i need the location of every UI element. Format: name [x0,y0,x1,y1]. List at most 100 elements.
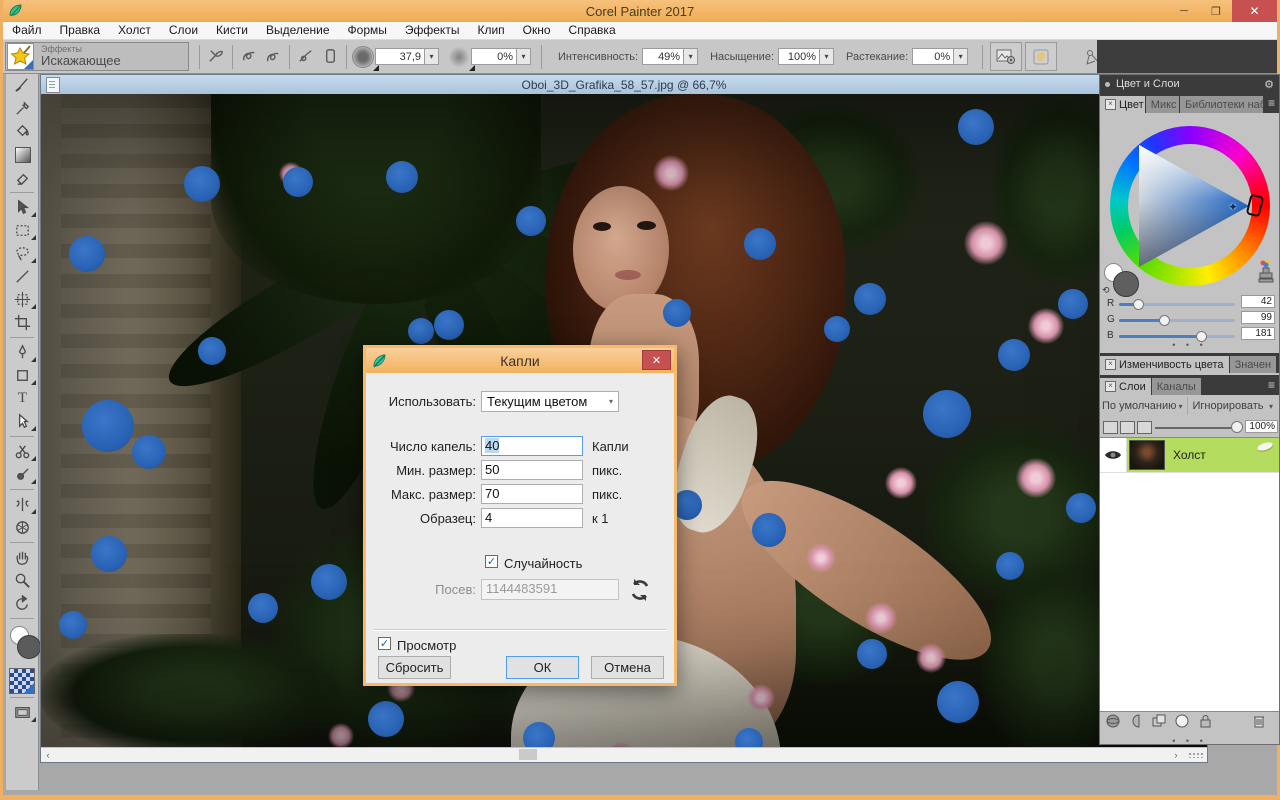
use-select[interactable]: Текущим цветом▾ [481,391,619,412]
prop-slider-value-3[interactable]: 0% [912,48,954,65]
shape-edit-tool[interactable] [6,440,39,463]
color-set-button[interactable] [1025,42,1057,71]
layer-adjuster-tool[interactable] [6,196,39,219]
field-input[interactable]: 4 [481,508,583,528]
color-swatches[interactable]: ⟲ [1104,263,1144,297]
variability-tab-2[interactable]: Значен [1230,356,1277,373]
transform-tool[interactable] [6,288,39,311]
eraser-tool[interactable] [6,166,39,189]
menu-7[interactable]: Формы [339,22,396,39]
rounded-rect-icon[interactable] [318,46,342,68]
scroll-right-arrow[interactable]: › [1169,748,1183,761]
seed-input[interactable]: 1144483591 [481,579,619,600]
kaleidoscope-tool[interactable] [6,516,39,539]
rgb-value[interactable]: 181 [1241,327,1275,340]
line-select-tool[interactable] [6,265,39,288]
text-tool[interactable]: T [6,387,39,410]
menu-2[interactable]: Правка [51,22,110,39]
brush-size-field[interactable]: 37,9 [375,48,425,65]
variability-tab-1[interactable]: ×Изменчивость цвета [1100,356,1229,373]
panel-drag-dots[interactable]: • • • [1100,340,1279,350]
brush-crossed-icon[interactable] [204,46,228,68]
menu-10[interactable]: Окно [514,22,560,39]
gradient-tool[interactable] [6,143,39,166]
menu-9[interactable]: Клип [468,22,513,39]
menu-11[interactable]: Справка [560,22,625,39]
prop-slider-dropdown-3[interactable]: ▾ [954,48,968,65]
swirl-stroke-icon[interactable] [237,46,261,68]
prop-slider-value-2[interactable]: 100% [778,48,820,65]
additional-color-swatch[interactable] [1113,271,1139,297]
color-tab-2[interactable]: Микс [1146,96,1179,113]
rgb-thumb[interactable] [1159,315,1170,326]
panel-bottom-dots[interactable]: • • • [1100,736,1279,746]
rect-shape-tool[interactable] [6,364,39,387]
pen-tool[interactable] [6,341,39,364]
crop-tool[interactable] [6,311,39,334]
prop-slider-dropdown-2[interactable]: ▾ [820,48,834,65]
feature-field[interactable]: 0% [471,48,517,65]
preview-checkbox[interactable]: ✓ [378,637,391,650]
lasso-tool[interactable] [6,242,39,265]
menu-3[interactable]: Холст [109,22,160,39]
opacity-slider[interactable] [1155,427,1237,429]
horizontal-scrollbar[interactable]: ‹ › [41,747,1207,762]
menu-5[interactable]: Кисти [207,22,257,39]
field-input[interactable]: 70 [481,484,583,504]
magnifier-tool[interactable] [6,569,39,592]
prop-slider-value-1[interactable]: 49% [642,48,684,65]
toolbox-color-swatches[interactable] [6,622,38,666]
panel-gear-icon[interactable]: ⚙ [1264,78,1274,91]
layer-selected-area[interactable]: Холст [1127,438,1279,472]
composite-depth-select[interactable]: Игнорировать▾ [1187,397,1278,415]
half-circle-icon[interactable] [1128,713,1144,734]
trash-icon[interactable] [1251,713,1267,734]
layer-link-icon[interactable] [1137,421,1152,434]
layers-tab-1[interactable]: ×Слои [1100,378,1151,395]
rgb-track[interactable] [1119,319,1235,322]
ok-button[interactable]: ОК [506,656,579,679]
tab-close-icon[interactable]: × [1105,359,1116,370]
lock-icon[interactable] [1197,713,1213,734]
dot-sampler-tool[interactable] [6,463,39,486]
panel-header[interactable]: Цвет и Слои ⚙ [1100,75,1279,93]
rgb-track[interactable] [1119,303,1235,306]
brush-selector[interactable]: Эффекты Искажающее [5,42,189,71]
cancel-button[interactable]: Отмена [591,656,664,679]
brush-size-dropdown[interactable]: ▾ [425,48,439,65]
composite-method-select[interactable]: По умолчанию▾ [1102,397,1187,415]
shape-select-tool[interactable] [6,410,39,433]
rgb-value[interactable]: 99 [1241,311,1275,324]
preserve-transparency-icon[interactable] [1103,421,1118,434]
restore-button[interactable]: ❐ [1200,0,1232,22]
opacity-thumb[interactable] [1231,421,1243,433]
layer-row[interactable]: Холст [1100,438,1279,473]
panel-collapse-dot[interactable] [1105,82,1110,87]
menu-6[interactable]: Выделение [257,22,339,39]
scrollbar-thumb[interactable] [519,749,537,760]
sphere-icon[interactable] [1105,713,1121,734]
swap-colors-icon[interactable]: ⟲ [1102,285,1110,296]
rgb-track[interactable] [1119,335,1235,338]
additional-color[interactable] [17,635,41,659]
panel-options-icon[interactable]: ≡ [1264,96,1279,110]
pick-up-underlying-icon[interactable] [1120,421,1135,434]
close-button[interactable]: ✕ [1232,0,1277,22]
sv-marker[interactable]: ✦ [1228,200,1238,214]
rotate-page-tool[interactable] [6,592,39,615]
resize-grip[interactable] [1188,752,1204,758]
paint-bucket-tool[interactable] [6,120,39,143]
reset-button[interactable]: Сбросить [378,656,451,679]
rgb-thumb[interactable] [1133,299,1144,310]
filled-circle-icon[interactable] [1174,713,1190,734]
rect-select-tool[interactable] [6,219,39,242]
regenerate-seed-icon[interactable] [628,578,652,602]
color-tab-3[interactable]: Библиотеки наб [1180,96,1263,113]
opacity-value[interactable]: 100% [1245,420,1278,433]
dialog-titlebar[interactable]: Капли ✕ [366,348,674,373]
layers-tab-2[interactable]: Каналы [1152,378,1201,395]
clone-source-button[interactable] [990,42,1022,71]
scroll-left-arrow[interactable]: ‹ [41,748,55,761]
screen-mode-tool[interactable] [6,701,39,724]
stacked-squares-icon[interactable] [1151,713,1167,734]
